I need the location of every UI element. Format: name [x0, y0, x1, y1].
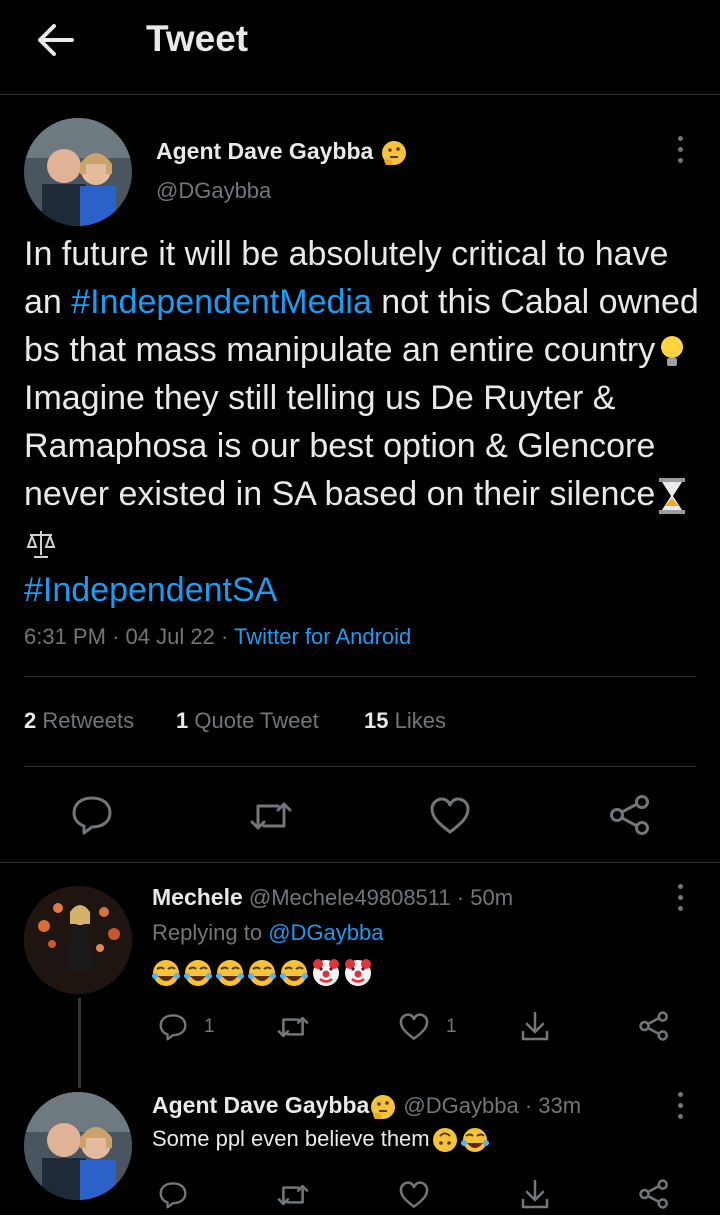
- reply-author-name[interactable]: Mechele: [152, 884, 243, 910]
- reply-icon: [159, 1182, 187, 1209]
- reply-time[interactable]: 50m: [470, 885, 513, 910]
- tears-of-joy-icon: [460, 1128, 489, 1153]
- clown-face-icon: [345, 959, 371, 986]
- reply-like-count: 1: [446, 1016, 457, 1037]
- reply-time[interactable]: 33m: [538, 1093, 581, 1118]
- retweet-icon: [250, 802, 292, 830]
- hashtag-independentsa[interactable]: #IndependentSA: [24, 571, 277, 609]
- tweet-source-link[interactable]: Twitter for Android: [234, 624, 411, 649]
- page-title: Tweet: [146, 18, 249, 59]
- share-arrow-icon: [521, 1011, 549, 1041]
- retweets-label: Retweets: [42, 708, 135, 733]
- tears-of-joy-icon: [216, 960, 244, 986]
- reply-icon: [72, 796, 112, 835]
- reply-author-name[interactable]: Agent Dave Gaybba: [152, 1092, 369, 1118]
- reply-avatar[interactable]: [24, 1092, 132, 1200]
- tweet-date: 04 Jul 22: [125, 624, 215, 649]
- share-arrow-icon: [521, 1179, 549, 1209]
- meta-separator: ·: [220, 624, 234, 649]
- quotes-count: 1: [176, 708, 189, 733]
- author-avatar[interactable]: [24, 118, 132, 226]
- thinking-face-icon: [381, 140, 406, 165]
- author-handle[interactable]: @DGaybba: [156, 178, 271, 204]
- reply-text-content: Some ppl even believe them: [152, 1126, 430, 1151]
- reply-button[interactable]: [70, 794, 114, 836]
- quotes-label: Quote Tweet: [194, 708, 319, 733]
- reply-more-share-button[interactable]: [638, 1178, 670, 1215]
- thinking-face-icon: [371, 1095, 396, 1120]
- reply-avatar[interactable]: [24, 886, 132, 994]
- reply-retweet-button[interactable]: [276, 1180, 310, 1215]
- likes-label: Likes: [394, 708, 446, 733]
- retweets-count: 2: [24, 708, 37, 733]
- reply-share-button[interactable]: [520, 1010, 550, 1047]
- tears-of-joy-icon: [184, 960, 212, 986]
- share-button[interactable]: [608, 794, 652, 836]
- replying-to-label: Replying to: [152, 920, 263, 945]
- reply-emoji-text: [152, 958, 374, 988]
- clown-face-icon: [313, 959, 339, 986]
- reply-separator: ·: [524, 1093, 539, 1118]
- heart-icon: [399, 1181, 429, 1208]
- reply-more-options-icon[interactable]: [670, 878, 690, 918]
- top-bar: Tweet: [0, 0, 720, 95]
- reply-like-button[interactable]: [398, 1180, 430, 1215]
- share-icon: [639, 1011, 668, 1041]
- retweet-button[interactable]: [248, 796, 294, 836]
- reply-text: Some ppl even believe them: [152, 1126, 490, 1154]
- replying-to-handle[interactable]: @DGaybba: [268, 920, 383, 945]
- divider: [0, 862, 720, 863]
- retweets-stat[interactable]: 2 Retweets: [24, 708, 134, 734]
- heart-icon: [399, 1013, 429, 1040]
- reply-header: Mechele @Mechele49808511 · 50m: [152, 884, 513, 911]
- like-button[interactable]: [428, 796, 472, 836]
- reply-icon: [159, 1014, 187, 1041]
- share-icon: [610, 795, 649, 835]
- tears-of-joy-icon: [280, 960, 308, 986]
- tweet-text: In future it will be absolutely critical…: [24, 230, 704, 614]
- back-arrow-icon[interactable]: [34, 20, 78, 60]
- retweet-icon: [277, 1184, 309, 1206]
- replying-to: Replying to @DGaybba: [152, 920, 383, 946]
- reply-like-button[interactable]: 1: [398, 1012, 468, 1044]
- thread-line: [78, 998, 81, 1088]
- hourglass-icon: [659, 478, 686, 515]
- reply-reply-button[interactable]: [158, 1180, 188, 1215]
- tears-of-joy-icon: [248, 960, 276, 986]
- reply-more-share-button[interactable]: [638, 1010, 670, 1047]
- retweet-icon: [277, 1016, 309, 1038]
- reply-share-button[interactable]: [520, 1178, 550, 1215]
- reply-author-handle[interactable]: @DGaybba: [403, 1093, 518, 1118]
- reply-reply-button[interactable]: 1: [158, 1012, 218, 1044]
- reply-header: Agent Dave Gaybba @DGaybba · 33m: [152, 1092, 581, 1121]
- share-icon: [639, 1179, 668, 1209]
- likes-count: 15: [364, 708, 389, 733]
- reply-separator: ·: [456, 885, 471, 910]
- meta-separator: ·: [112, 624, 126, 649]
- reply-retweet-button[interactable]: [276, 1012, 310, 1047]
- tweet-meta: 6:31 PM · 04 Jul 22 · Twitter for Androi…: [24, 624, 411, 650]
- divider: [24, 766, 696, 767]
- reply-author-handle[interactable]: @Mechele49808511: [249, 885, 451, 910]
- tweet-time: 6:31 PM: [24, 624, 106, 649]
- hashtag-independentmedia[interactable]: #IndependentMedia: [71, 283, 372, 321]
- balance-scale-icon: [26, 531, 56, 559]
- author-name-row[interactable]: Agent Dave Gaybba: [156, 138, 408, 167]
- light-bulb-icon: [661, 336, 684, 367]
- upside-down-face-icon: [432, 1128, 457, 1153]
- reply-count: 1: [204, 1016, 215, 1037]
- more-options-icon[interactable]: [670, 130, 690, 170]
- heart-icon: [430, 797, 470, 834]
- likes-stat[interactable]: 15 Likes: [364, 708, 446, 734]
- divider: [24, 676, 696, 677]
- quote-tweets-stat[interactable]: 1 Quote Tweet: [176, 708, 319, 734]
- reply-more-options-icon[interactable]: [670, 1086, 690, 1126]
- tweet-text-part: Imagine they still telling us De Ruyter …: [24, 379, 656, 513]
- author-name[interactable]: Agent Dave Gaybba: [156, 138, 373, 164]
- tears-of-joy-icon: [152, 960, 180, 986]
